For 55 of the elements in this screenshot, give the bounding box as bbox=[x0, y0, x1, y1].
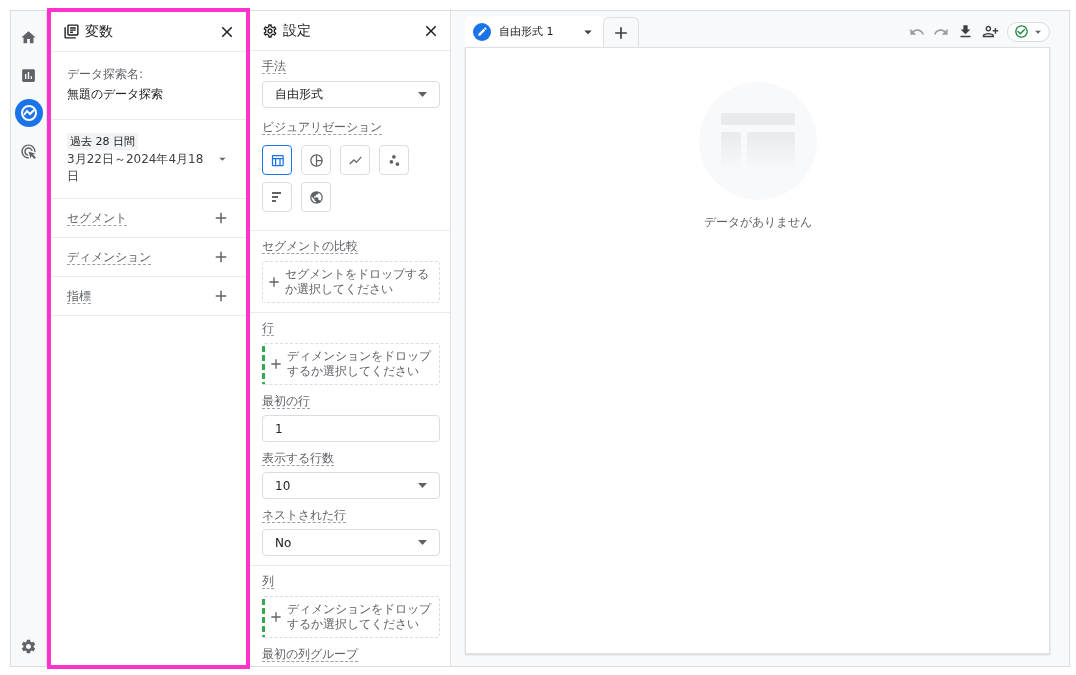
input-field[interactable]: 1 bbox=[262, 415, 440, 442]
table-icon bbox=[269, 152, 285, 168]
trend-circle-icon bbox=[19, 104, 38, 122]
globe-icon bbox=[308, 189, 324, 205]
cursor-click-icon bbox=[20, 142, 37, 160]
bar-chart-button[interactable] bbox=[262, 182, 292, 212]
settings-icon bbox=[20, 637, 37, 655]
home-icon bbox=[20, 28, 37, 46]
nested-rows-select[interactable]: No bbox=[262, 529, 440, 556]
drop-zone[interactable]: セグメントをドロップするか選択してください bbox=[262, 261, 440, 303]
field-label: 手法 bbox=[262, 59, 286, 74]
nav-button[interactable] bbox=[14, 99, 43, 127]
bar-chart-icon bbox=[20, 66, 37, 84]
table-chart-button[interactable] bbox=[262, 145, 292, 175]
scatter-chart-button[interactable] bbox=[379, 145, 409, 175]
field-label: 列 bbox=[262, 574, 274, 589]
globe-button[interactable] bbox=[301, 182, 331, 212]
drop-zone[interactable]: ディメンションをドロップするか選択してください bbox=[262, 343, 440, 385]
empty-message: データがありません bbox=[703, 214, 812, 231]
exploration-name[interactable]: 無題のデータ探索 bbox=[67, 86, 230, 103]
field-label: 最初の列グループ bbox=[262, 647, 358, 662]
add-icon bbox=[268, 609, 284, 625]
field-label: 行 bbox=[262, 321, 274, 336]
field-label: 表示する行数 bbox=[262, 451, 334, 466]
bar-chart-icon bbox=[270, 190, 284, 204]
field-label: データ探索名: bbox=[67, 66, 145, 83]
field-label: セグメントの比較 bbox=[262, 239, 358, 254]
rows-select[interactable]: 10 bbox=[262, 472, 440, 499]
line-chart-button[interactable] bbox=[340, 145, 370, 175]
dropdown-icon bbox=[418, 92, 427, 97]
donut-chart-button[interactable] bbox=[301, 145, 331, 175]
section-label: セグメント bbox=[67, 210, 127, 226]
panel-title: 変数 bbox=[85, 22, 114, 41]
dropdown-icon bbox=[418, 483, 427, 488]
pencil-icon bbox=[473, 22, 491, 41]
field-label: ビジュアリゼーション bbox=[262, 120, 382, 135]
section-label: ディメンション bbox=[67, 249, 151, 265]
drop-zone[interactable]: ディメンションをドロップするか選択してください bbox=[262, 596, 440, 638]
dropdown-icon bbox=[418, 540, 427, 545]
panel-title: 設定 bbox=[283, 21, 312, 40]
date-range-badge: 過去 28 日間 bbox=[67, 133, 138, 150]
settings-icon bbox=[262, 22, 278, 39]
pie-chart-icon bbox=[308, 152, 324, 168]
add-icon bbox=[266, 274, 282, 290]
library-icon bbox=[63, 23, 80, 40]
section-label: 指標 bbox=[67, 288, 91, 304]
technique-select[interactable]: 自由形式 bbox=[262, 81, 440, 108]
field-label: ネストされた行 bbox=[262, 508, 346, 523]
field-label: 最初の行 bbox=[262, 394, 310, 409]
add-icon bbox=[268, 356, 284, 372]
status-button[interactable] bbox=[1007, 21, 1050, 42]
date-range[interactable]: 3月22日～2024年4月18日 bbox=[67, 151, 206, 185]
add-person-icon[interactable] bbox=[982, 23, 999, 40]
exploration-tab[interactable]: 自由形式 1 bbox=[465, 16, 603, 47]
add-tab-button[interactable] bbox=[603, 17, 639, 47]
